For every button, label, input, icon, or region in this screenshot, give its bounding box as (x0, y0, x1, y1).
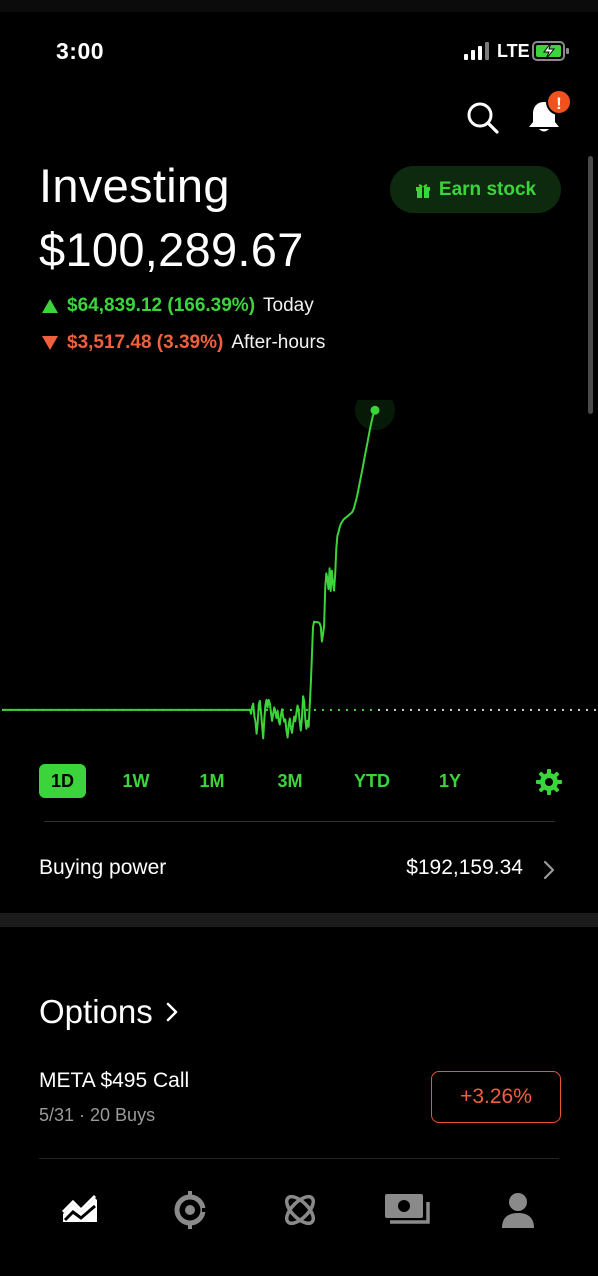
option-change-badge[interactable]: +3.26% (431, 1071, 561, 1123)
baseline-dot (394, 708, 396, 711)
baseline-dot (410, 708, 412, 711)
investing-icon (61, 1194, 97, 1222)
nav-account[interactable] (496, 1188, 540, 1232)
baseline-dot (314, 708, 316, 711)
range-tab-1d[interactable]: 1D (39, 764, 86, 798)
range-tab-3m[interactable]: 3M (268, 764, 312, 798)
baseline-dot (354, 708, 356, 711)
after-hours-change: $3,517.48 (3.39%) After-hours (41, 332, 325, 354)
baseline-dot (378, 708, 380, 711)
nav-transfers[interactable] (384, 1188, 434, 1232)
baseline-dot (522, 708, 524, 711)
baseline-dot (482, 708, 484, 711)
status-bar: 3:00 LTE (0, 30, 598, 70)
baseline-dot (594, 708, 596, 711)
baseline-dot (330, 708, 332, 711)
bottom-nav (0, 1188, 598, 1248)
series-line (2, 409, 376, 740)
earn-stock-label: Earn stock (438, 178, 537, 200)
page-title: Investing (39, 159, 230, 212)
top-frame (0, 0, 598, 12)
option-name[interactable]: META $495 Call (39, 1069, 189, 1093)
baseline-dot (450, 708, 452, 711)
options-title: Options (39, 993, 153, 1030)
baseline-dot (370, 708, 372, 711)
chevron-right-icon (166, 1002, 177, 1022)
after-hours-change-amount: $3,517.48 (3.39%) (67, 332, 224, 353)
chevron-right-icon (543, 860, 555, 880)
status-time: 3:00 (56, 38, 105, 64)
buying-power-row[interactable]: Buying power $192,159.34 (39, 852, 559, 886)
buying-power-label: Buying power (39, 856, 167, 879)
range-tab-ytd[interactable]: YTD (348, 764, 396, 798)
baseline-dot (442, 708, 444, 711)
baseline-dot (562, 708, 564, 711)
today-change-amount: $64,839.12 (166.39%) (67, 295, 256, 316)
baseline-dot (554, 708, 556, 711)
account-icon (502, 1193, 534, 1228)
nav-crypto[interactable] (168, 1188, 212, 1232)
baseline-dot (538, 708, 540, 711)
today-change: $64,839.12 (166.39%) Today (41, 295, 314, 317)
baseline-dot (346, 708, 348, 711)
baseline-dot (386, 708, 388, 711)
transfers-icon (385, 1194, 430, 1224)
baseline-dot (530, 708, 532, 711)
baseline-dot (290, 708, 292, 711)
notification-badge: ! (546, 89, 572, 115)
baseline-dot (578, 708, 580, 711)
earn-stock-button[interactable]: Earn stock (390, 166, 561, 213)
baseline-dot (474, 708, 476, 711)
signal-icon (464, 42, 489, 60)
baseline-dot (322, 708, 324, 711)
baseline-dot (434, 708, 436, 711)
options-header[interactable]: Options (39, 993, 179, 1031)
baseline-dot (466, 708, 468, 711)
baseline-dot (306, 708, 308, 711)
range-tab-1m[interactable]: 1M (192, 764, 232, 798)
baseline-dot (266, 708, 268, 711)
baseline-dot (338, 708, 340, 711)
today-change-label: Today (263, 295, 314, 316)
battery-charging-icon (532, 41, 569, 61)
baseline-dot (458, 708, 460, 711)
range-tab-1w[interactable]: 1W (116, 764, 156, 798)
baseline-dot (506, 708, 508, 711)
explore-icon (284, 1194, 316, 1226)
baseline-dot (498, 708, 500, 711)
divider (39, 1158, 559, 1159)
after-hours-change-label: After-hours (231, 332, 326, 353)
down-triangle-icon (42, 336, 58, 350)
baseline-dot (426, 708, 428, 711)
nav-explore[interactable] (278, 1188, 322, 1232)
search-icon[interactable] (465, 100, 501, 136)
baseline-dot (546, 708, 548, 711)
baseline-dot (570, 708, 572, 711)
range-tabs: 1D 1W 1M 3M YTD 1Y (0, 764, 598, 800)
scrollbar[interactable] (588, 156, 593, 414)
divider (44, 821, 555, 822)
section-separator (0, 913, 598, 927)
gear-icon[interactable] (536, 769, 562, 795)
gift-icon (415, 183, 430, 198)
crypto-icon (174, 1191, 208, 1229)
option-details: 5/31 · 20 Buys (39, 1105, 156, 1125)
buying-power-value: $192,159.34 (406, 856, 523, 879)
network-label: LTE (497, 41, 530, 61)
baseline-dot (402, 708, 404, 711)
baseline-dot (362, 708, 364, 711)
up-triangle-icon (42, 299, 58, 313)
current-point-halo (355, 400, 395, 431)
portfolio-chart[interactable] (0, 400, 598, 750)
current-point (370, 405, 380, 415)
baseline-dot (490, 708, 492, 711)
range-tab-1y[interactable]: 1Y (432, 764, 468, 798)
baseline-dot (586, 708, 588, 711)
range-tabs-fade (506, 764, 530, 798)
nav-investing[interactable] (58, 1188, 102, 1232)
baseline-dot (514, 708, 516, 711)
baseline-dot (418, 708, 420, 711)
portfolio-value: $100,289.67 (39, 223, 304, 276)
